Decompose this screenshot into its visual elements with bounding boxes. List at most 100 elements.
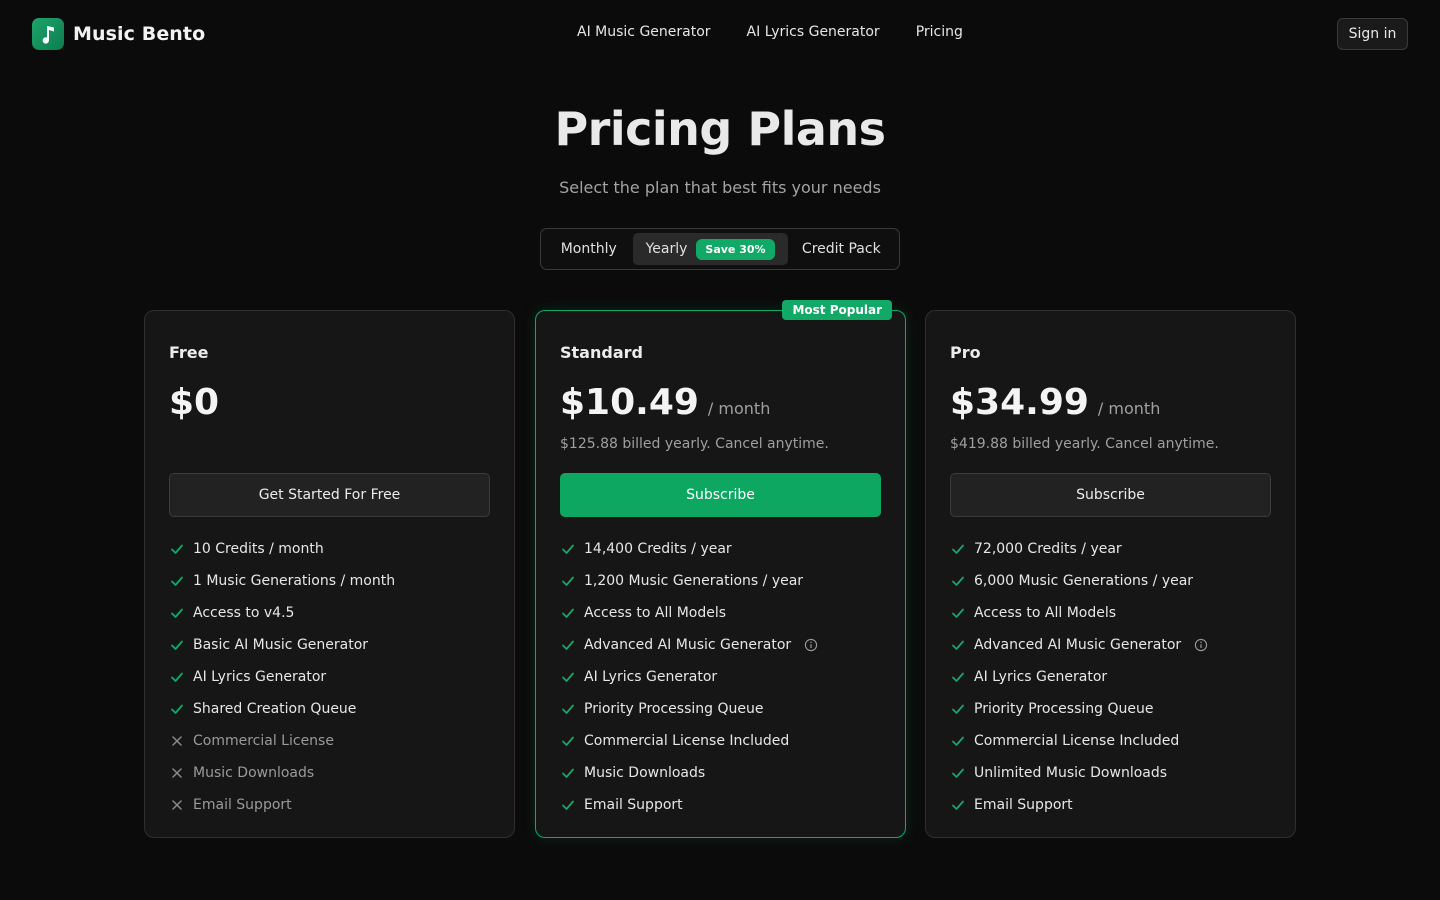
- subscribe-pro-button[interactable]: Subscribe: [950, 473, 1271, 517]
- get-started-free-button[interactable]: Get Started For Free: [169, 473, 490, 517]
- plan-name: Pro: [950, 343, 981, 362]
- feature-item: Priority Processing Queue: [950, 693, 1271, 725]
- feature-label: Email Support: [193, 797, 292, 813]
- check-icon: [560, 798, 575, 813]
- feature-label: Shared Creation Queue: [193, 701, 357, 717]
- brand[interactable]: Music Bento: [32, 18, 205, 50]
- check-icon: [950, 766, 965, 781]
- feature-item: Advanced AI Music Generator: [560, 629, 881, 661]
- toggle-credit-pack-label: Credit Pack: [801, 241, 881, 257]
- most-popular-badge: Most Popular: [782, 300, 892, 320]
- feature-label: AI Lyrics Generator: [584, 669, 718, 685]
- check-icon: [169, 542, 184, 557]
- feature-item: 1,200 Music Generations / year: [560, 565, 881, 597]
- price-row: $10.49 / month: [560, 382, 881, 426]
- check-icon: [560, 638, 575, 653]
- feature-item: Commercial License Included: [560, 725, 881, 757]
- nav-pricing[interactable]: Pricing: [916, 24, 963, 40]
- check-icon: [169, 574, 184, 589]
- feature-label: Access to v4.5: [193, 605, 295, 621]
- nav-ai-lyrics-generator[interactable]: AI Lyrics Generator: [747, 24, 880, 40]
- price-row: $34.99 / month: [950, 382, 1271, 426]
- feature-label: Advanced AI Music Generator: [974, 637, 1182, 653]
- feature-item: AI Lyrics Generator: [169, 661, 490, 693]
- feature-label: Email Support: [974, 797, 1073, 813]
- feature-label: Advanced AI Music Generator: [584, 637, 792, 653]
- feature-label: Access to All Models: [974, 605, 1117, 621]
- check-icon: [950, 574, 965, 589]
- check-icon: [560, 542, 575, 557]
- check-icon: [950, 798, 965, 813]
- feature-item: Access to All Models: [950, 597, 1271, 629]
- feature-label: 6,000 Music Generations / year: [974, 573, 1194, 589]
- check-icon: [950, 638, 965, 653]
- check-icon: [169, 638, 184, 653]
- plan-period: / month: [1097, 399, 1161, 418]
- feature-item: Access to v4.5: [169, 597, 490, 629]
- feature-list: 14,400 Credits / year 1,200 Music Generat…: [560, 533, 881, 821]
- feature-item: 6,000 Music Generations / year: [950, 565, 1271, 597]
- plan-price: $10.49: [560, 382, 699, 423]
- toggle-monthly[interactable]: Monthly: [545, 233, 633, 265]
- check-icon: [560, 734, 575, 749]
- check-icon: [560, 606, 575, 621]
- plan-card-pro: Pro $34.99 / month $419.88 billed yearly…: [925, 310, 1296, 838]
- check-icon: [560, 670, 575, 685]
- plan-card-standard: Most Popular Standard $10.49 / month $12…: [535, 300, 906, 838]
- plan-period: / month: [707, 399, 771, 418]
- brand-name: Music Bento: [73, 23, 206, 45]
- main-nav: AI Music Generator AI Lyrics Generator P…: [577, 24, 963, 40]
- toggle-credit-pack[interactable]: Credit Pack: [788, 233, 895, 265]
- check-icon: [950, 734, 965, 749]
- x-icon: [169, 734, 184, 749]
- feature-item: Priority Processing Queue: [560, 693, 881, 725]
- feature-item: 1 Music Generations / month: [169, 565, 490, 597]
- feature-item: 10 Credits / month: [169, 533, 490, 565]
- toggle-monthly-label: Monthly: [560, 241, 617, 257]
- feature-item: Basic AI Music Generator: [169, 629, 490, 661]
- sign-in-button[interactable]: Sign in: [1337, 18, 1408, 50]
- feature-item: Unlimited Music Downloads: [950, 757, 1271, 789]
- feature-item: AI Lyrics Generator: [560, 661, 881, 693]
- feature-item: Advanced AI Music Generator: [950, 629, 1271, 661]
- feature-label: Unlimited Music Downloads: [974, 765, 1168, 781]
- feature-list: 72,000 Credits / year 6,000 Music Generat…: [950, 533, 1271, 821]
- feature-label: Commercial License Included: [974, 733, 1180, 749]
- check-icon: [950, 702, 965, 717]
- billing-note: [169, 436, 490, 454]
- feature-item: Music Downloads: [169, 757, 490, 789]
- feature-label: Email Support: [584, 797, 683, 813]
- toggle-yearly[interactable]: Yearly Save 30%: [632, 233, 788, 265]
- page-subtitle: Select the plan that best fits your need…: [559, 178, 881, 197]
- save-badge: Save 30%: [696, 238, 775, 260]
- feature-label: Music Downloads: [193, 765, 315, 781]
- feature-label: AI Lyrics Generator: [193, 669, 327, 685]
- plan-card-free: Free $0 Get Started For Free 10 Credits …: [144, 310, 515, 838]
- feature-label: 1 Music Generations / month: [193, 573, 396, 589]
- check-icon: [950, 670, 965, 685]
- feature-item: Commercial License Included: [950, 725, 1271, 757]
- nav-ai-music-generator[interactable]: AI Music Generator: [577, 24, 711, 40]
- feature-label: 72,000 Credits / year: [974, 541, 1122, 557]
- feature-item: Email Support: [169, 789, 490, 821]
- feature-label: Priority Processing Queue: [974, 701, 1154, 717]
- feature-label: Access to All Models: [584, 605, 727, 621]
- feature-item: Email Support: [560, 789, 881, 821]
- feature-label: AI Lyrics Generator: [974, 669, 1108, 685]
- top-header: Music Bento AI Music Generator AI Lyrics…: [0, 0, 1440, 68]
- plan-price: $34.99: [950, 382, 1089, 423]
- x-icon: [169, 798, 184, 813]
- feature-label: Priority Processing Queue: [584, 701, 764, 717]
- feature-label: 10 Credits / month: [193, 541, 324, 557]
- price-row: $0: [169, 382, 490, 426]
- plan-name: Standard: [560, 343, 643, 362]
- plan-price: $0: [169, 382, 220, 423]
- info-icon[interactable]: [1194, 638, 1208, 652]
- feature-item: AI Lyrics Generator: [950, 661, 1271, 693]
- check-icon: [560, 574, 575, 589]
- subscribe-standard-button[interactable]: Subscribe: [560, 473, 881, 517]
- check-icon: [950, 606, 965, 621]
- info-icon[interactable]: [804, 638, 818, 652]
- feature-label: 1,200 Music Generations / year: [584, 573, 804, 589]
- feature-label: Commercial License Included: [584, 733, 790, 749]
